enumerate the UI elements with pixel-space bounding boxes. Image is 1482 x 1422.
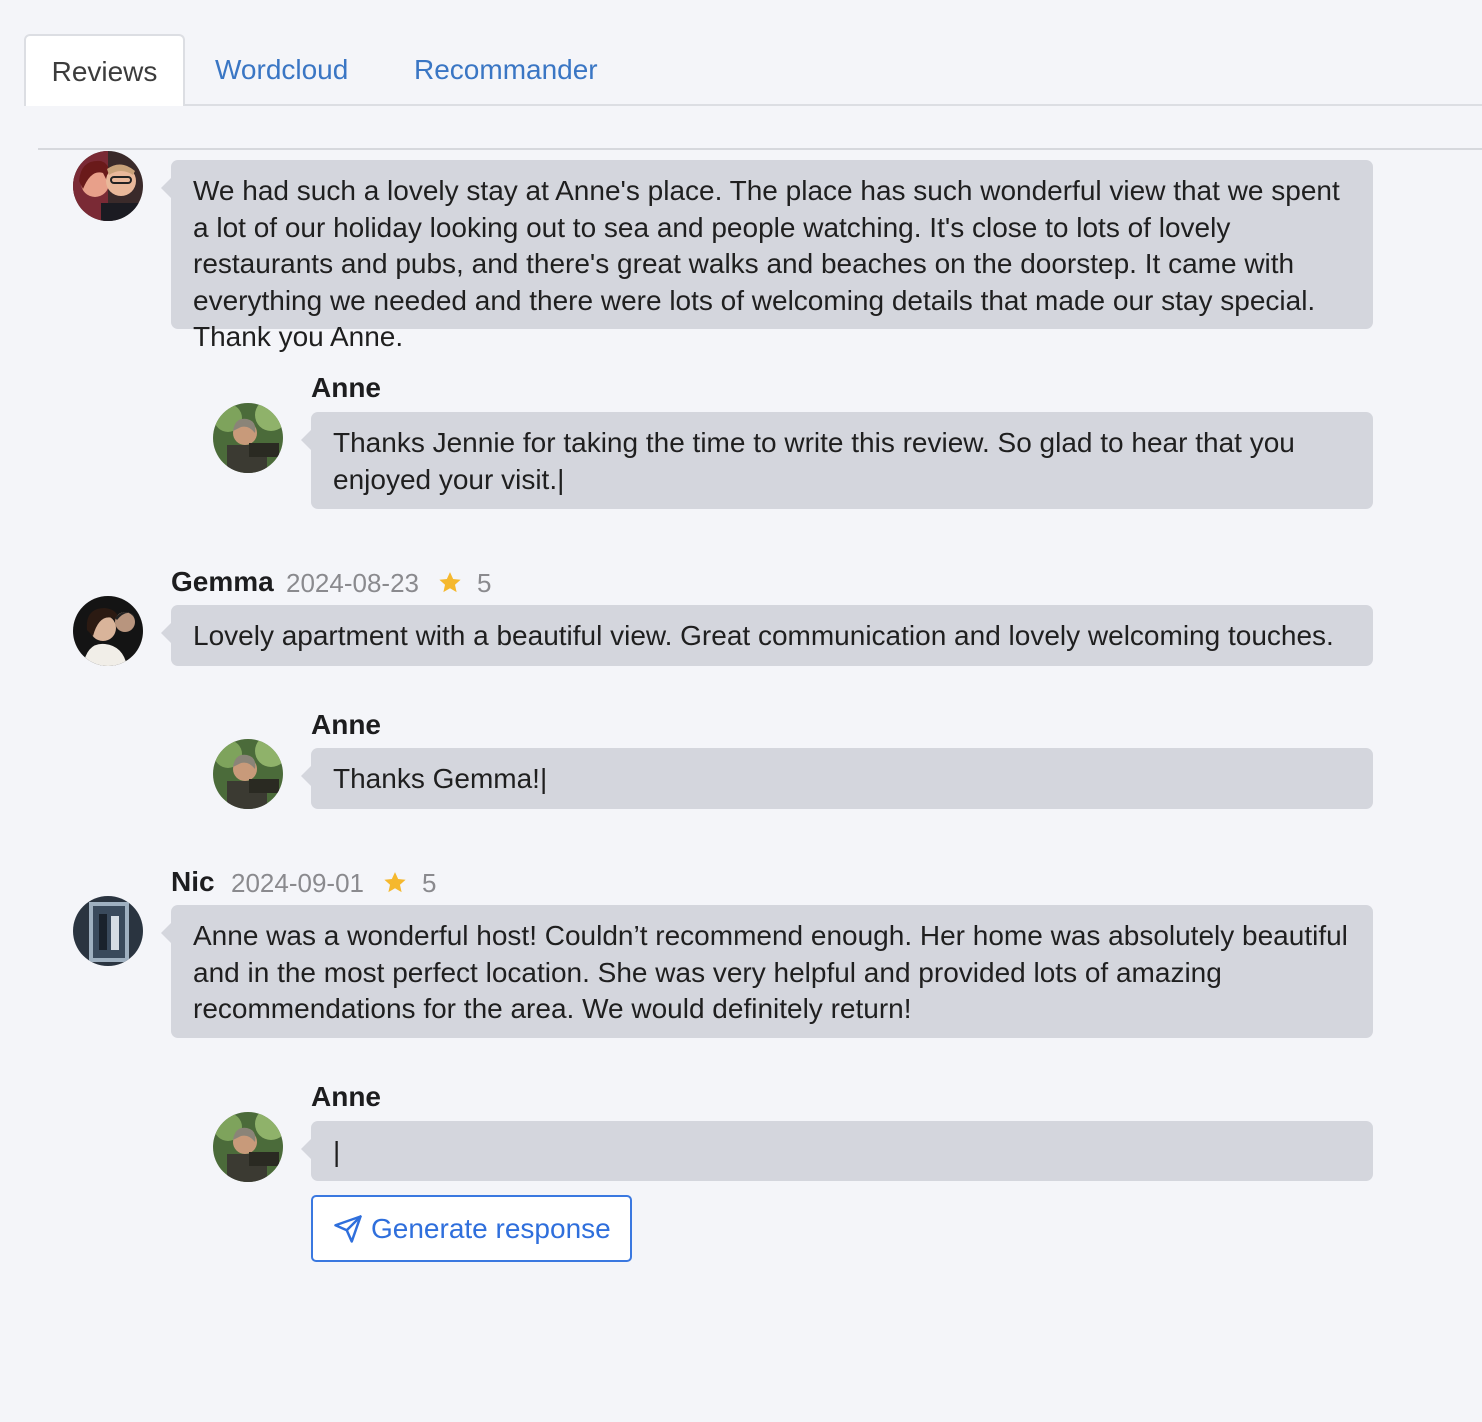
reviewer-avatar [73,151,143,221]
response-field[interactable]: Thanks Jennie for taking the time to wri… [301,412,1373,509]
review-date: 2024-08-23 [286,568,419,598]
reviewer-avatar [73,896,143,966]
review-meta: 2024-08-23 5 [268,566,491,600]
response-author: Anne [311,372,381,403]
paper-plane-icon [334,1214,362,1243]
tab-wordcloud[interactable]: Wordcloud [215,34,348,106]
star-icon [439,572,461,593]
reviewer-avatar [73,596,143,666]
reviewer-name: Nic [171,866,215,897]
host-avatar [213,739,283,809]
tab-bar: Reviews Wordcloud Recommander [0,0,1482,106]
reviewer-name: Gemma [171,566,274,597]
review-meta: 2024-09-01 5 [213,866,436,900]
host-avatar [213,1112,283,1182]
star-icon [384,872,406,893]
review-date: 2024-09-01 [231,868,364,898]
generate-response-button[interactable]: Generate response [311,1195,632,1262]
host-avatar [213,403,283,473]
review-text: Anne was a wonderful host! Couldn’t reco… [161,905,1373,1038]
tab-reviews[interactable]: Reviews [24,34,185,106]
tab-recommander[interactable]: Recommander [414,34,598,106]
response-author: Anne [311,1081,381,1112]
review-text: Lovely apartment with a beautiful view. … [161,605,1373,666]
generate-response-label: Generate response [371,1212,611,1244]
review-rating: 5 [477,568,492,598]
review-rating: 5 [422,868,437,898]
section-divider [38,148,1482,150]
response-field[interactable]: Thanks Gemma!| [301,748,1373,809]
response-author: Anne [311,709,381,740]
review-text: We had such a lovely stay at Anne's plac… [161,160,1373,352]
response-field[interactable]: | [301,1121,1373,1181]
